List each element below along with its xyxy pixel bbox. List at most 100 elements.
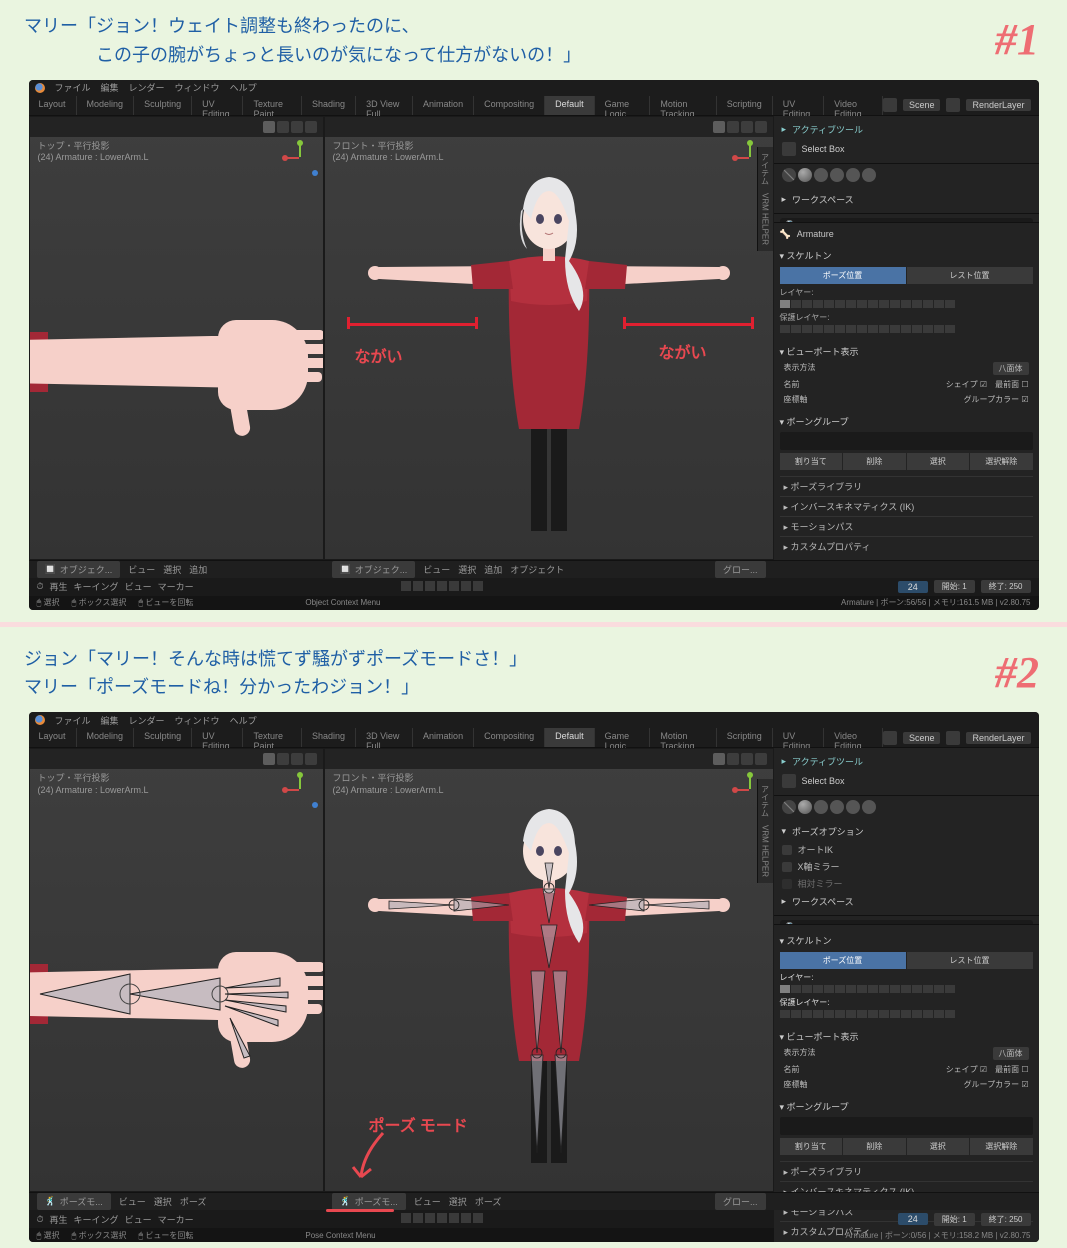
vp-menu-view[interactable]: ビュー bbox=[119, 1195, 146, 1208]
shading-icon[interactable] bbox=[713, 121, 725, 133]
menu-file[interactable]: ファイル bbox=[55, 81, 91, 94]
vp-menu-pose[interactable]: ポーズ bbox=[475, 1195, 502, 1208]
prop-viewport[interactable]: ビューポート表示 bbox=[787, 347, 859, 357]
ws-tab[interactable]: Sculpting bbox=[134, 96, 192, 115]
rest-position-btn[interactable]: レスト位置 bbox=[907, 267, 1033, 284]
disp-method-value[interactable]: 八面体 bbox=[993, 1047, 1029, 1060]
vp-menu-select[interactable]: 選択 bbox=[458, 563, 476, 576]
select-btn[interactable]: 選択 bbox=[907, 1138, 970, 1155]
disp-method-value[interactable]: 八面体 bbox=[993, 362, 1029, 375]
vp-menu-select[interactable]: 選択 bbox=[163, 563, 181, 576]
workspace-section[interactable]: ワークスペース bbox=[792, 895, 854, 908]
tl-marker[interactable]: マーカー bbox=[158, 580, 194, 593]
prop-bone-group[interactable]: ボーングループ bbox=[787, 417, 849, 427]
assign-btn[interactable]: 割り当て bbox=[780, 453, 843, 470]
vp-menu-select[interactable]: 選択 bbox=[449, 1195, 467, 1208]
ws-tab[interactable]: Motion Tracking bbox=[650, 96, 716, 115]
start-frame-field[interactable]: 開始: 1 bbox=[934, 1213, 975, 1226]
viewport-center[interactable]: フロント・平行投影 (24) Armature : LowerArm.L アイテ… bbox=[324, 116, 774, 560]
tl-view[interactable]: ビュー bbox=[125, 580, 152, 593]
ws-tab[interactable]: Animation bbox=[413, 728, 474, 747]
ws-tab[interactable]: Modeling bbox=[77, 728, 135, 747]
ws-tab[interactable]: Video Editing bbox=[824, 728, 883, 747]
tl-keying[interactable]: キーイング bbox=[74, 1213, 119, 1226]
shading-icon[interactable] bbox=[291, 121, 303, 133]
prop-bone-group[interactable]: ボーングループ bbox=[787, 1102, 849, 1112]
end-frame-field[interactable]: 終了: 250 bbox=[981, 1213, 1031, 1226]
menu-help[interactable]: ヘルプ bbox=[230, 714, 257, 727]
menu-render[interactable]: レンダー bbox=[129, 714, 165, 727]
ws-tab[interactable]: Texture Paint bbox=[243, 96, 302, 115]
ws-tab[interactable]: UV Editing bbox=[773, 728, 824, 747]
start-frame-field[interactable]: 開始: 1 bbox=[934, 580, 975, 593]
mode-dropdown-pose[interactable]: 🕺 ポーズモ... bbox=[37, 1193, 111, 1210]
shading-icon[interactable] bbox=[741, 121, 753, 133]
prop-skeleton[interactable]: スケルトン bbox=[787, 251, 832, 261]
vp-menu-add[interactable]: 追加 bbox=[484, 563, 502, 576]
menu-edit[interactable]: 編集 bbox=[101, 714, 119, 727]
ws-tab[interactable]: Game Logic bbox=[595, 728, 651, 747]
pose-position-btn[interactable]: ポーズ位置 bbox=[780, 952, 906, 969]
pose-position-btn[interactable]: ポーズ位置 bbox=[780, 267, 906, 284]
relmirror-check[interactable] bbox=[782, 879, 792, 889]
outliner[interactable]: 🔍 ▾ Scene ▸📁 ビューレイヤー▸📁 シーンコレクション▾📁 オブジェク… bbox=[774, 916, 1039, 924]
xmirror-check[interactable] bbox=[782, 862, 792, 872]
deselect-btn[interactable]: 選択解除 bbox=[970, 1138, 1033, 1155]
playback-controls[interactable] bbox=[400, 581, 484, 593]
axis-chk[interactable]: 座標軸 bbox=[784, 394, 808, 405]
vp-menu-select[interactable]: 選択 bbox=[154, 1195, 172, 1208]
viewport-left[interactable]: トップ・平行投影 (24) Armature : LowerArm.L bbox=[29, 116, 324, 560]
prop-ik[interactable]: ▸ インバースキネマティクス (IK) bbox=[780, 496, 1033, 516]
remove-btn[interactable]: 削除 bbox=[843, 1138, 906, 1155]
renderlayer-dropdown[interactable]: RenderLayer bbox=[966, 99, 1030, 111]
nav-gizmo[interactable] bbox=[285, 775, 315, 805]
ws-tab[interactable]: Scripting bbox=[717, 728, 773, 747]
vp-menu-object[interactable]: オブジェクト bbox=[510, 563, 564, 576]
shading-icon[interactable] bbox=[727, 121, 739, 133]
viewport-left[interactable]: トップ・平行投影(24) Armature : LowerArm.L bbox=[29, 748, 324, 1192]
end-frame-field[interactable]: 終了: 250 bbox=[981, 580, 1031, 593]
shading-icon[interactable] bbox=[263, 753, 275, 765]
prop-motionpath[interactable]: ▸ モーションパス bbox=[780, 516, 1033, 536]
ws-tab[interactable]: Layout bbox=[29, 728, 77, 747]
shading-balls[interactable] bbox=[774, 796, 1039, 818]
vp-menu-view[interactable]: ビュー bbox=[414, 1195, 441, 1208]
select-box-label[interactable]: Select Box bbox=[802, 144, 845, 154]
playback-controls[interactable] bbox=[400, 1213, 484, 1225]
timeline[interactable]: ⏱ 再生 キーイング ビュー マーカー 24 開始: 1 終了: 250 bbox=[29, 578, 1039, 596]
prop-viewport[interactable]: ビューポート表示 bbox=[787, 1032, 859, 1042]
ws-tab[interactable]: Video Editing bbox=[824, 96, 883, 115]
menu-window[interactable]: ウィンドウ bbox=[175, 81, 220, 94]
shading-icon[interactable] bbox=[263, 121, 275, 133]
shading-icon[interactable] bbox=[713, 753, 725, 765]
current-frame[interactable]: 24 bbox=[898, 581, 928, 593]
prop-poselib[interactable]: ▸ ポーズライブラリ bbox=[780, 476, 1033, 496]
prot-layer-grid[interactable] bbox=[780, 325, 1033, 333]
select-box-label[interactable]: Select Box bbox=[802, 776, 845, 786]
ws-tab[interactable]: Modeling bbox=[77, 96, 135, 115]
deselect-btn[interactable]: 選択解除 bbox=[970, 453, 1033, 470]
menu-window[interactable]: ウィンドウ bbox=[175, 714, 220, 727]
orient-dropdown[interactable]: グロー... bbox=[715, 561, 766, 578]
mode-dropdown-obj[interactable]: 🔲 オブジェク... bbox=[37, 561, 121, 578]
ws-tab[interactable]: UV Editing bbox=[192, 96, 243, 115]
n-panel-tab[interactable]: アイテム VRM HELPER bbox=[757, 779, 773, 883]
ws-tab[interactable]: Shading bbox=[302, 96, 356, 115]
pose-options-section[interactable]: ポーズオプション bbox=[792, 825, 864, 838]
select-btn[interactable]: 選択 bbox=[907, 453, 970, 470]
ws-tab[interactable]: Motion Tracking bbox=[650, 728, 716, 747]
mode-dropdown-obj[interactable]: 🔲 オブジェク... bbox=[332, 561, 416, 578]
ws-tab[interactable]: 3D View Full bbox=[356, 96, 413, 115]
mode-dropdown-pose[interactable]: 🕺 ポーズモ... bbox=[332, 1193, 406, 1210]
ws-tab[interactable]: Sculpting bbox=[134, 728, 192, 747]
ws-tab[interactable]: Game Logic bbox=[595, 96, 651, 115]
ws-tab[interactable]: Shading bbox=[302, 728, 356, 747]
vp-menu-view[interactable]: ビュー bbox=[423, 563, 450, 576]
prop-skeleton[interactable]: スケルトン bbox=[787, 936, 832, 946]
orient-dropdown[interactable]: グロー... bbox=[715, 1193, 766, 1210]
ws-tab[interactable]: Texture Paint bbox=[243, 728, 302, 747]
menu-render[interactable]: レンダー bbox=[129, 81, 165, 94]
shading-icon[interactable] bbox=[755, 121, 767, 133]
assign-btn[interactable]: 割り当て bbox=[780, 1138, 843, 1155]
vp-menu-pose[interactable]: ポーズ bbox=[180, 1195, 207, 1208]
